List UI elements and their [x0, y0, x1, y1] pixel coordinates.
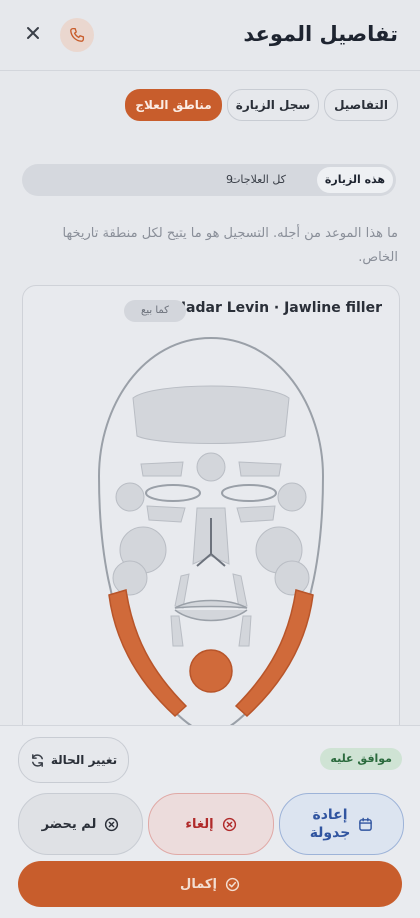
close-icon: [27, 27, 39, 39]
x-circle-icon: [222, 817, 236, 831]
tab-visit-history[interactable]: سجل الزيارة: [227, 89, 319, 121]
reschedule-line-1: إعادة: [312, 807, 348, 823]
status-badge: موافق عليه: [320, 748, 402, 770]
zone-marionette-left[interactable]: [170, 615, 184, 647]
check-circle-icon: [225, 877, 240, 891]
zone-marionette-right[interactable]: [238, 615, 252, 647]
phone-icon: [70, 27, 85, 42]
complete-button[interactable]: إكمال: [18, 861, 402, 907]
close-button[interactable]: [22, 24, 44, 46]
cancel-button[interactable]: إلغاء: [148, 793, 274, 855]
no-show-label: لم يحضر: [41, 816, 97, 832]
treatment-card: Hadar Levin · Jawline filler كما بيع: [22, 285, 400, 747]
zone-glabella[interactable]: [196, 452, 226, 482]
zone-lower-lip[interactable]: [174, 609, 248, 622]
cancel-label: إلغاء: [185, 816, 214, 832]
x-circle-icon: [105, 817, 119, 831]
zone-under-eye-left[interactable]: [146, 505, 186, 523]
zone-upper-lip[interactable]: [174, 599, 248, 609]
complete-label: إكمال: [180, 876, 217, 892]
visit-scope-toggle: هذه الزيارة كل العلاجات 9: [22, 164, 396, 196]
change-status-button[interactable]: تغيير الحالة: [18, 737, 129, 783]
segment-all-treatments[interactable]: كل العلاجات: [202, 167, 314, 193]
eye-left: [145, 484, 201, 502]
face-diagram: [97, 336, 325, 738]
calendar-icon: [359, 817, 373, 831]
zone-brow-right[interactable]: [238, 461, 282, 477]
reschedule-button[interactable]: إعادة جدولة: [279, 793, 404, 855]
zone-lower-cheek-right[interactable]: [274, 560, 310, 596]
zone-jawline-left[interactable]: [108, 589, 188, 718]
zone-under-eye-right[interactable]: [236, 505, 276, 523]
treatments-count: 9: [226, 173, 233, 186]
header: تفاصيل الموعد: [0, 0, 420, 71]
refresh-icon: [31, 753, 43, 767]
eye-right: [221, 484, 277, 502]
appointment-details-screen: تفاصيل الموعد التفاصيل سجل الزيارة مناطق…: [0, 0, 420, 918]
page-title: تفاصيل الموعد: [243, 22, 398, 46]
reschedule-line-2: جدولة: [309, 825, 351, 841]
change-status-label: تغيير الحالة: [50, 753, 118, 767]
reschedule-label: إعادة جدولة: [310, 806, 351, 842]
segment-this-visit[interactable]: هذه الزيارة: [317, 167, 393, 193]
zone-temple-left[interactable]: [115, 482, 145, 512]
tab-details[interactable]: التفاصيل: [324, 89, 398, 121]
description-text: ما هذا الموعد من أجله. التسجيل هو ما يتي…: [62, 226, 398, 265]
zone-jawline-right[interactable]: [234, 589, 314, 718]
zone-forehead[interactable]: [132, 385, 290, 444]
zone-chin[interactable]: [189, 649, 233, 693]
tab-treatment-areas[interactable]: مناطق العلاج: [125, 89, 222, 121]
zone-temple-right[interactable]: [277, 482, 307, 512]
no-show-button[interactable]: لم يحضر: [18, 793, 143, 855]
zone-brow-left[interactable]: [140, 461, 184, 477]
zone-lower-cheek-left[interactable]: [112, 560, 148, 596]
segment-all-treatments-label: كل العلاجات: [230, 173, 286, 186]
call-button[interactable]: [60, 18, 94, 52]
